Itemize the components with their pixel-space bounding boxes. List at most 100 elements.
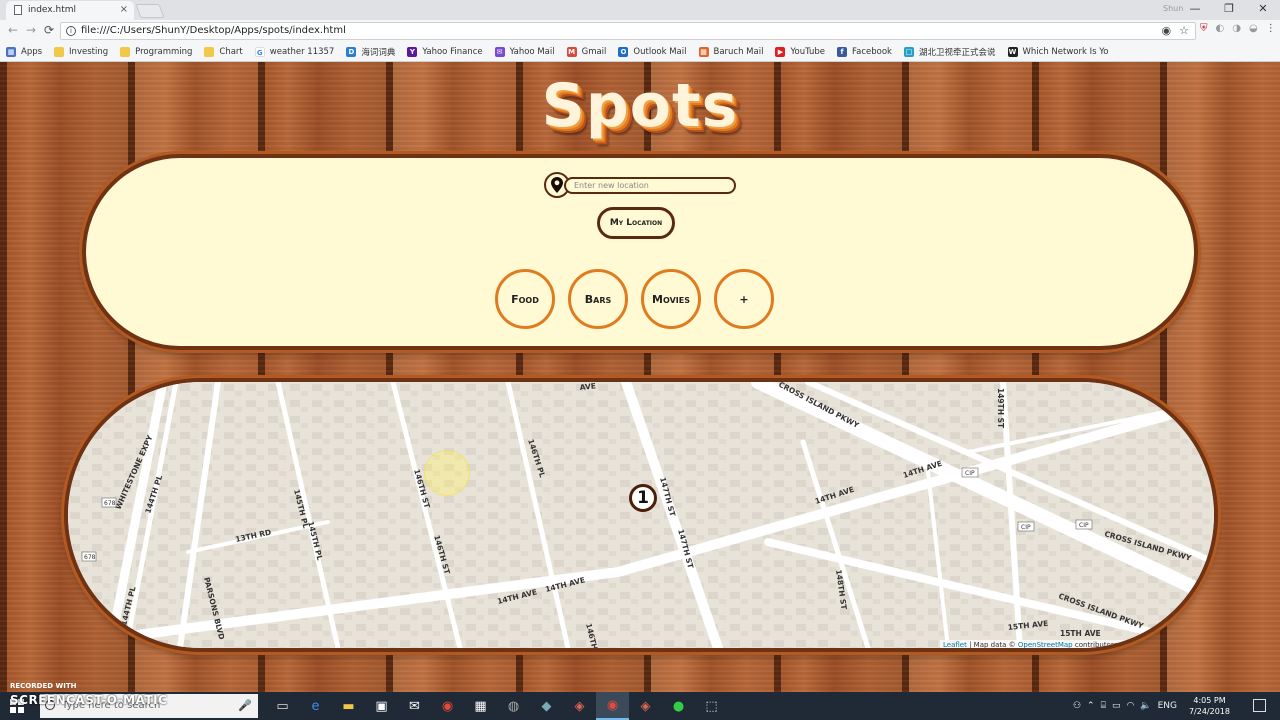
cursor-highlight bbox=[424, 450, 470, 496]
watermark-caption: RECORDED WITH bbox=[10, 682, 77, 690]
system-tray: ⚇ ⌃ ⌸ ▭ ◠ 🔈 ENG 4:05 PM 7/24/2018 bbox=[1073, 692, 1230, 720]
shield-extension-icon[interactable]: ⛨ bbox=[1200, 23, 1208, 34]
volume-icon[interactable]: 🔈 bbox=[1140, 701, 1151, 711]
mail-icon[interactable]: ✉ bbox=[398, 692, 431, 720]
bookmark-item[interactable]: Gweather 11357 bbox=[254, 46, 335, 57]
chrome-icon[interactable]: ◉ bbox=[431, 692, 464, 720]
git-icon-2[interactable]: ◈ bbox=[629, 692, 662, 720]
extension-icon-3[interactable]: ◒ bbox=[1249, 23, 1258, 34]
bookmark-item[interactable]: W Which Network Is Yo bbox=[1007, 46, 1109, 57]
network-icon[interactable]: ⌸ bbox=[1101, 701, 1106, 711]
bookmark-item[interactable]: Programming bbox=[120, 46, 192, 57]
bookmark-item[interactable]: O Outlook Mail bbox=[618, 46, 687, 57]
app-icon-2[interactable]: ◆ bbox=[530, 692, 563, 720]
chrome-active-icon[interactable]: ◉ bbox=[596, 692, 629, 720]
address-bar[interactable]: i file:///C:/Users/ShunY/Desktop/Apps/sp… bbox=[60, 22, 1196, 40]
location-input[interactable] bbox=[564, 177, 736, 194]
bookmark-label: Yahoo Mail bbox=[509, 46, 555, 57]
map[interactable]: WHITESTONE EXPY 144TH PL 145TH PL 145TH … bbox=[64, 378, 1218, 652]
language-indicator[interactable]: ENG bbox=[1158, 701, 1177, 711]
calculator-icon[interactable]: ▦ bbox=[464, 692, 497, 720]
tv-icon: □ bbox=[903, 46, 914, 57]
facebook-icon: f bbox=[837, 46, 848, 57]
tray-up-icon[interactable]: ⌃ bbox=[1087, 701, 1095, 711]
edge-icon[interactable]: e bbox=[299, 692, 332, 720]
bookmark-item[interactable]: ✉ Yahoo Mail bbox=[494, 46, 555, 57]
bookmarks-bar: ▦ Apps Investing Programming Chart Gweather 1… bbox=[0, 42, 1280, 62]
map-marker[interactable]: 1 bbox=[629, 484, 657, 512]
control-panel: My Location Food Bars Movies + bbox=[82, 154, 1198, 350]
gmail-icon: M bbox=[566, 46, 577, 57]
page-background: Spots My Location Food Bars Movies + bbox=[0, 62, 1280, 692]
extension-icon[interactable]: ◐ bbox=[1216, 23, 1225, 34]
reload-button[interactable]: ⟳ bbox=[44, 23, 54, 37]
osm-link[interactable]: OpenStreetMap bbox=[1018, 641, 1073, 648]
bars-button[interactable]: Bars bbox=[568, 269, 628, 329]
bookmark-item[interactable]: ▦ Baruch Mail bbox=[698, 46, 763, 57]
people-icon[interactable]: ⚇ bbox=[1073, 701, 1081, 711]
folder-icon bbox=[204, 46, 215, 57]
forward-button[interactable]: → bbox=[26, 23, 36, 37]
wifi-icon[interactable]: ◠ bbox=[1126, 701, 1134, 711]
street-label: AVE bbox=[579, 382, 596, 392]
tab-close-button[interactable]: × bbox=[120, 4, 128, 15]
clock-date: 7/24/2018 bbox=[1188, 707, 1230, 716]
bookmark-star-icon[interactable]: ☆ bbox=[1179, 24, 1189, 37]
movies-button[interactable]: Movies bbox=[641, 269, 701, 329]
notifications-icon[interactable] bbox=[1253, 699, 1266, 712]
info-icon[interactable]: i bbox=[66, 26, 76, 36]
add-category-button[interactable]: + bbox=[714, 269, 774, 329]
yahoo-icon: Y bbox=[407, 46, 418, 57]
back-button[interactable]: ← bbox=[8, 23, 18, 37]
leaflet-link[interactable]: Leaflet bbox=[943, 641, 967, 648]
apps-grid-icon: ▦ bbox=[6, 46, 16, 57]
highway-shield: 678 bbox=[84, 554, 96, 561]
folder-icon bbox=[54, 46, 65, 57]
highway-shield: 678 bbox=[104, 500, 116, 507]
extension-icons: ⛨ ◐ ◑ ◒ ⋮ bbox=[1200, 23, 1276, 34]
clock[interactable]: 4:05 PM 7/24/2018 bbox=[1189, 695, 1230, 717]
store-icon[interactable]: ▣ bbox=[365, 692, 398, 720]
food-button[interactable]: Food bbox=[495, 269, 555, 329]
bookmark-item[interactable]: f Facebook bbox=[837, 46, 892, 57]
windows-icon: ▦ bbox=[698, 46, 709, 57]
bookmark-label: Yahoo Finance bbox=[422, 46, 483, 57]
bookmark-item[interactable]: □ 湖北卫视牵正式会说 bbox=[903, 46, 996, 58]
task-view-icon[interactable]: ▭ bbox=[266, 692, 299, 720]
folder-icon bbox=[120, 46, 131, 57]
microphone-icon[interactable]: 🎤 bbox=[238, 699, 252, 712]
bookmark-label: Outlook Mail bbox=[633, 46, 687, 57]
bookmark-item[interactable]: Y Yahoo Finance bbox=[407, 46, 483, 57]
watermark-logo: SCREENCAST-O-MATIC bbox=[10, 693, 168, 707]
bookmark-label: Chart bbox=[219, 46, 243, 57]
dict-icon: D bbox=[346, 46, 357, 57]
tab-title: index.html bbox=[28, 5, 76, 15]
bookmark-label: weather 11357 bbox=[269, 46, 335, 57]
my-location-button[interactable]: My Location bbox=[597, 207, 675, 239]
new-tab-button[interactable] bbox=[135, 4, 165, 18]
app-icon[interactable]: ◍ bbox=[497, 692, 530, 720]
minimize-button[interactable]: — bbox=[1178, 0, 1212, 20]
app-icon-3[interactable]: ● bbox=[662, 692, 695, 720]
restore-button[interactable]: ❐ bbox=[1212, 0, 1246, 20]
bookmark-label: Facebook bbox=[852, 46, 892, 57]
bookmark-label: Investing bbox=[69, 46, 109, 57]
bookmark-item[interactable]: Investing bbox=[54, 46, 109, 57]
location-icon[interactable]: ◉ bbox=[1162, 24, 1172, 37]
bookmark-item[interactable]: M Gmail bbox=[566, 46, 606, 57]
bookmark-item[interactable]: Chart bbox=[204, 46, 243, 57]
bookmark-item[interactable]: D 海词词典 bbox=[346, 46, 395, 58]
bookmark-item[interactable]: ▦ Apps bbox=[6, 46, 42, 57]
git-icon[interactable]: ◈ bbox=[563, 692, 596, 720]
bookmark-item[interactable]: ▶ YouTube bbox=[775, 46, 825, 57]
browser-tab[interactable]: index.html × bbox=[6, 1, 134, 20]
window-controls: — ❐ ✕ bbox=[1178, 0, 1280, 20]
google-icon: G bbox=[254, 46, 265, 57]
battery-icon[interactable]: ▭ bbox=[1112, 701, 1121, 711]
extension-icon-2[interactable]: ◑ bbox=[1232, 23, 1241, 34]
snipping-icon[interactable]: ⬚ bbox=[695, 692, 728, 720]
file-explorer-icon[interactable]: ▬ bbox=[332, 692, 365, 720]
attribution-text: | Map data © bbox=[966, 641, 1018, 649]
close-window-button[interactable]: ✕ bbox=[1246, 0, 1280, 20]
menu-icon[interactable]: ⋮ bbox=[1266, 23, 1276, 34]
